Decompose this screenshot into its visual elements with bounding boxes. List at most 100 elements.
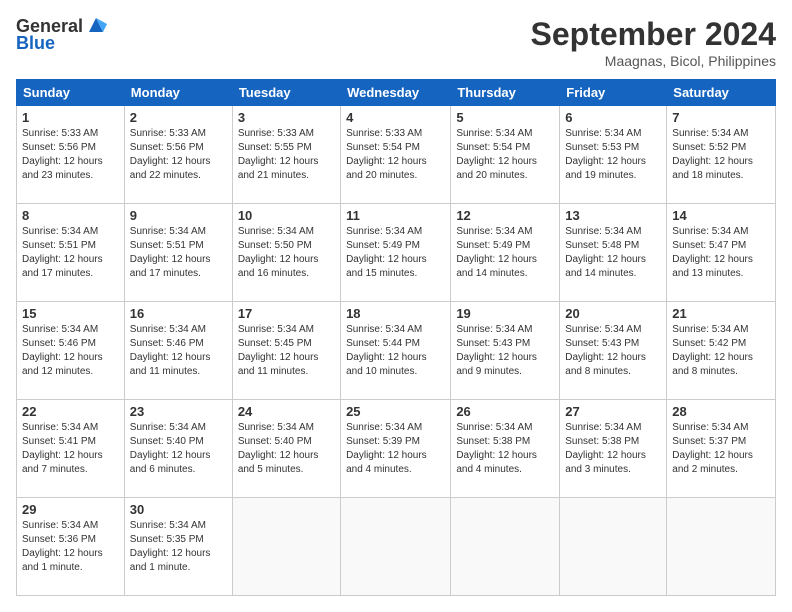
day-info: Sunrise: 5:34 AMSunset: 5:52 PMDaylight:… [672, 127, 770, 183]
day-info: Sunrise: 5:34 AMSunset: 5:40 PMDaylight:… [238, 421, 335, 477]
day-info: Sunrise: 5:34 AMSunset: 5:42 PMDaylight:… [672, 323, 770, 379]
table-row: 15Sunrise: 5:34 AMSunset: 5:46 PMDayligh… [17, 302, 125, 400]
calendar-week-row: 22 Sunrise: 5:34 AMSunset: 5:41 PMDayligh… [17, 400, 776, 498]
logo: General Blue [16, 16, 107, 54]
table-row: 7Sunrise: 5:34 AMSunset: 5:52 PMDaylight… [667, 106, 776, 204]
day-info: Sunrise: 5:34 AMSunset: 5:48 PMDaylight:… [565, 225, 661, 281]
table-row: 10 Sunrise: 5:34 AMSunset: 5:50 PMDayligh… [232, 204, 340, 302]
calendar-week-row: 29 Sunrise: 5:34 AMSunset: 5:36 PMDayligh… [17, 498, 776, 596]
col-saturday: Saturday [667, 80, 776, 106]
day-info: Sunrise: 5:34 AMSunset: 5:49 PMDaylight:… [456, 225, 554, 281]
table-row: 5 Sunrise: 5:34 AMSunset: 5:54 PMDaylight… [451, 106, 560, 204]
calendar-week-row: 15Sunrise: 5:34 AMSunset: 5:46 PMDayligh… [17, 302, 776, 400]
day-info: Sunrise: 5:34 AMSunset: 5:46 PMDaylight:… [22, 323, 119, 379]
location: Maagnas, Bicol, Philippines [531, 53, 776, 69]
day-info: Sunrise: 5:34 AMSunset: 5:38 PMDaylight:… [456, 421, 554, 477]
day-number: 21 [672, 306, 770, 321]
calendar-page: General Blue September 2024 Maagnas, Bic… [0, 0, 792, 612]
day-info: Sunrise: 5:33 AMSunset: 5:56 PMDaylight:… [130, 127, 227, 183]
table-row: 16 Sunrise: 5:34 AMSunset: 5:46 PMDayligh… [124, 302, 232, 400]
day-info: Sunrise: 5:34 AMSunset: 5:40 PMDaylight:… [130, 421, 227, 477]
table-row: 13 Sunrise: 5:34 AMSunset: 5:48 PMDayligh… [560, 204, 667, 302]
day-info: Sunrise: 5:34 AMSunset: 5:36 PMDaylight:… [22, 519, 119, 575]
table-row: 24 Sunrise: 5:34 AMSunset: 5:40 PMDayligh… [232, 400, 340, 498]
col-sunday: Sunday [17, 80, 125, 106]
day-number: 8 [22, 208, 119, 223]
table-row: 29 Sunrise: 5:34 AMSunset: 5:36 PMDayligh… [17, 498, 125, 596]
day-number: 14 [672, 208, 770, 223]
day-number: 26 [456, 404, 554, 419]
day-number: 18 [346, 306, 445, 321]
day-number: 23 [130, 404, 227, 419]
day-info: Sunrise: 5:34 AMSunset: 5:38 PMDaylight:… [565, 421, 661, 477]
day-number: 28 [672, 404, 770, 419]
table-row: 8 Sunrise: 5:34 AMSunset: 5:51 PMDaylight… [17, 204, 125, 302]
col-wednesday: Wednesday [341, 80, 451, 106]
header: General Blue September 2024 Maagnas, Bic… [16, 16, 776, 69]
table-row: 27 Sunrise: 5:34 AMSunset: 5:38 PMDayligh… [560, 400, 667, 498]
table-row: 14 Sunrise: 5:34 AMSunset: 5:47 PMDayligh… [667, 204, 776, 302]
day-info: Sunrise: 5:34 AMSunset: 5:41 PMDaylight:… [22, 421, 119, 477]
day-info: Sunrise: 5:34 AMSunset: 5:37 PMDaylight:… [672, 421, 770, 477]
col-friday: Friday [560, 80, 667, 106]
header-row: Sunday Monday Tuesday Wednesday Thursday… [17, 80, 776, 106]
day-number: 10 [238, 208, 335, 223]
day-info: Sunrise: 5:34 AMSunset: 5:46 PMDaylight:… [130, 323, 227, 379]
table-row: 25 Sunrise: 5:34 AMSunset: 5:39 PMDayligh… [341, 400, 451, 498]
day-info: Sunrise: 5:34 AMSunset: 5:50 PMDaylight:… [238, 225, 335, 281]
day-number: 29 [22, 502, 119, 517]
day-info: Sunrise: 5:34 AMSunset: 5:51 PMDaylight:… [130, 225, 227, 281]
day-number: 12 [456, 208, 554, 223]
day-number: 1 [22, 110, 119, 125]
day-info: Sunrise: 5:34 AMSunset: 5:51 PMDaylight:… [22, 225, 119, 281]
table-row [667, 498, 776, 596]
table-row: 21 Sunrise: 5:34 AMSunset: 5:42 PMDayligh… [667, 302, 776, 400]
day-number: 27 [565, 404, 661, 419]
day-number: 5 [456, 110, 554, 125]
day-info: Sunrise: 5:34 AMSunset: 5:43 PMDaylight:… [456, 323, 554, 379]
table-row: 23 Sunrise: 5:34 AMSunset: 5:40 PMDayligh… [124, 400, 232, 498]
day-number: 6 [565, 110, 661, 125]
day-number: 24 [238, 404, 335, 419]
col-thursday: Thursday [451, 80, 560, 106]
table-row [560, 498, 667, 596]
title-block: September 2024 Maagnas, Bicol, Philippin… [531, 16, 776, 69]
day-info: Sunrise: 5:34 AMSunset: 5:54 PMDaylight:… [456, 127, 554, 183]
day-number: 16 [130, 306, 227, 321]
table-row: 26 Sunrise: 5:34 AMSunset: 5:38 PMDayligh… [451, 400, 560, 498]
table-row: 12 Sunrise: 5:34 AMSunset: 5:49 PMDayligh… [451, 204, 560, 302]
day-number: 3 [238, 110, 335, 125]
day-number: 19 [456, 306, 554, 321]
day-number: 30 [130, 502, 227, 517]
day-info: Sunrise: 5:34 AMSunset: 5:45 PMDaylight:… [238, 323, 335, 379]
table-row [451, 498, 560, 596]
month-title: September 2024 [531, 16, 776, 53]
table-row [232, 498, 340, 596]
table-row [341, 498, 451, 596]
table-row: 1Sunrise: 5:33 AMSunset: 5:56 PMDaylight… [17, 106, 125, 204]
col-monday: Monday [124, 80, 232, 106]
day-info: Sunrise: 5:34 AMSunset: 5:43 PMDaylight:… [565, 323, 661, 379]
table-row: 2Sunrise: 5:33 AMSunset: 5:56 PMDaylight… [124, 106, 232, 204]
day-info: Sunrise: 5:34 AMSunset: 5:39 PMDaylight:… [346, 421, 445, 477]
day-number: 22 [22, 404, 119, 419]
day-info: Sunrise: 5:34 AMSunset: 5:35 PMDaylight:… [130, 519, 227, 575]
day-number: 11 [346, 208, 445, 223]
day-info: Sunrise: 5:34 AMSunset: 5:44 PMDaylight:… [346, 323, 445, 379]
table-row: 3Sunrise: 5:33 AMSunset: 5:55 PMDaylight… [232, 106, 340, 204]
calendar-week-row: 8 Sunrise: 5:34 AMSunset: 5:51 PMDaylight… [17, 204, 776, 302]
day-number: 20 [565, 306, 661, 321]
table-row: 22 Sunrise: 5:34 AMSunset: 5:41 PMDayligh… [17, 400, 125, 498]
day-number: 17 [238, 306, 335, 321]
day-number: 25 [346, 404, 445, 419]
table-row: 18 Sunrise: 5:34 AMSunset: 5:44 PMDayligh… [341, 302, 451, 400]
table-row: 9Sunrise: 5:34 AMSunset: 5:51 PMDaylight… [124, 204, 232, 302]
calendar-week-row: 1 Sunrise: 5:33 AMSunset: 5:56 PMDaylight… [17, 106, 776, 204]
day-info: Sunrise: 5:34 AMSunset: 5:47 PMDaylight:… [672, 225, 770, 281]
table-row: 6Sunrise: 5:34 AMSunset: 5:53 PMDaylight… [560, 106, 667, 204]
col-tuesday: Tuesday [232, 80, 340, 106]
table-row: 17 Sunrise: 5:34 AMSunset: 5:45 PMDayligh… [232, 302, 340, 400]
day-info: Sunrise: 5:33 AMSunset: 5:54 PMDaylight:… [346, 127, 445, 183]
table-row: 11Sunrise: 5:34 AMSunset: 5:49 PMDayligh… [341, 204, 451, 302]
day-number: 13 [565, 208, 661, 223]
